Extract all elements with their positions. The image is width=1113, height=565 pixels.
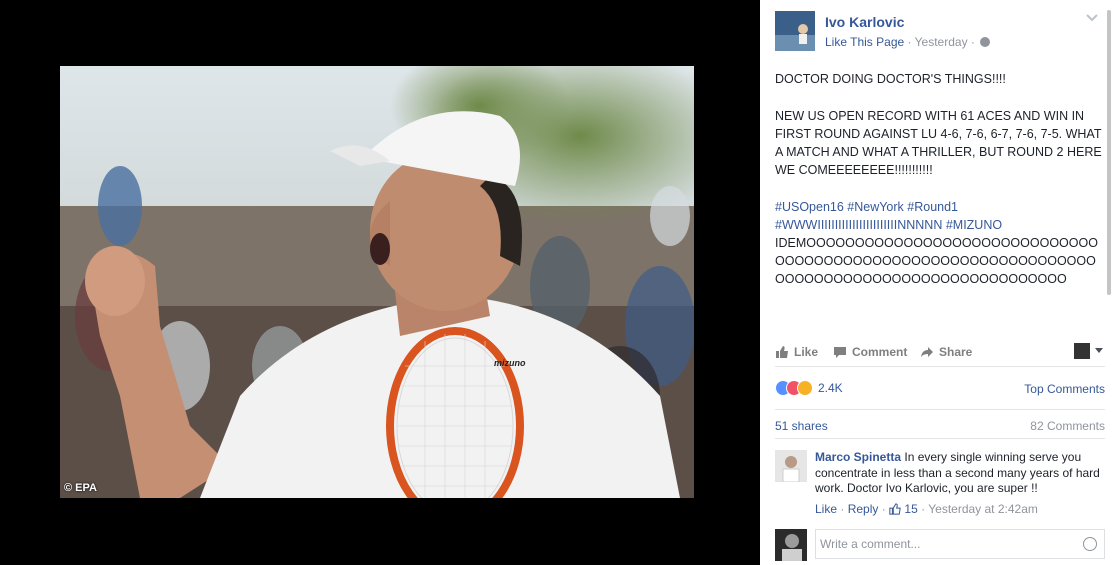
comment-like-link[interactable]: Like — [815, 502, 837, 516]
comment-label: Comment — [852, 345, 908, 359]
action-bar: Like Comment Share — [775, 339, 1105, 367]
commenter-name-link[interactable]: Marco Spinetta — [815, 450, 901, 464]
scrollbar[interactable] — [1107, 10, 1111, 295]
comment-dot-3: · — [921, 502, 926, 516]
page-avatar[interactable] — [775, 11, 815, 51]
my-avatar — [775, 529, 807, 561]
wow-reaction-icon[interactable] — [797, 380, 813, 396]
post-text-line-2: NEW US OPEN RECORD WITH 61 ACES AND WIN … — [775, 109, 1102, 177]
globe-icon — [980, 37, 991, 47]
avatar-image — [775, 11, 815, 51]
like-button[interactable]: Like — [775, 345, 818, 359]
post-header: Ivo Karlovic Like This Page · Yesterday … — [775, 11, 1105, 51]
comment-like-count[interactable]: 15 — [904, 502, 917, 516]
shirt-brand-label: mizuno — [494, 358, 526, 368]
top-comments-dropdown[interactable]: Top Comments — [1024, 382, 1105, 396]
avatar-image — [775, 450, 807, 482]
reactions-row: 2.4K Top Comments — [775, 376, 1105, 400]
avatar-image — [775, 529, 807, 561]
like-page-link[interactable]: Like This Page — [825, 35, 904, 49]
share-icon — [921, 347, 933, 357]
comment-dot-2: · — [881, 502, 886, 516]
post-hashtags[interactable]: #USOpen16 #NewYork #Round1 #WWWIIIIIIIII… — [775, 198, 1105, 234]
comment-time[interactable]: Yesterday at 2:42am — [928, 502, 1038, 516]
emoji-icon[interactable] — [1083, 537, 1097, 551]
thumbs-up-icon — [889, 503, 901, 515]
comment-icon — [834, 347, 846, 358]
post-time[interactable]: Yesterday — [915, 35, 968, 49]
comment-dot: · — [840, 502, 845, 516]
photo-credit: © EPA — [64, 482, 97, 494]
meta-separator: · — [907, 35, 912, 49]
chevron-down-icon[interactable] — [1085, 13, 1099, 23]
photo-illustration — [60, 66, 694, 498]
reaction-count[interactable]: 2.4K — [818, 381, 843, 395]
shares-count[interactable]: 51 shares — [775, 419, 828, 433]
share-button[interactable]: Share — [920, 345, 972, 359]
comment-input[interactable] — [815, 529, 1105, 559]
commenter-avatar[interactable] — [775, 450, 807, 482]
like-label: Like — [794, 345, 819, 359]
comment-actions: Like · Reply · 15 · Yesterday at 2:42am — [815, 502, 1038, 516]
meta-separator-2: · — [970, 35, 975, 49]
page-name-link[interactable]: Ivo Karlovic — [825, 14, 904, 30]
comment-body: Marco Spinetta In every single winning s… — [815, 450, 1105, 497]
comments-count[interactable]: 82 Comments — [1030, 419, 1105, 433]
comment-reply-link[interactable]: Reply — [848, 502, 879, 516]
post-sidebar: Ivo Karlovic Like This Page · Yesterday … — [760, 0, 1113, 565]
shares-row: 51 shares 82 Comments — [775, 409, 1105, 439]
share-label: Share — [939, 345, 973, 359]
post-text-idemo: IDEMOOOOOOOOOOOOOOOOOOOOOOOOOOOOOOOOOOOO… — [775, 236, 1098, 286]
comment-button[interactable]: Comment — [833, 345, 907, 359]
comment-item: Marco Spinetta In every single winning s… — [775, 450, 1105, 520]
photo-viewer: mizuno © EPA — [0, 0, 760, 565]
comment-composer — [775, 527, 1105, 561]
share-as-avatar[interactable] — [1074, 343, 1090, 359]
post-photo[interactable]: mizuno — [60, 66, 694, 498]
caret-down-icon[interactable] — [1095, 348, 1103, 353]
thumbs-up-icon — [776, 346, 788, 358]
post-text: DOCTOR DOING DOCTOR'S THINGS!!!! NEW US … — [775, 70, 1105, 288]
post-text-line-1: DOCTOR DOING DOCTOR'S THINGS!!!! — [775, 72, 1006, 86]
post-meta: Like This Page · Yesterday · — [825, 35, 991, 49]
